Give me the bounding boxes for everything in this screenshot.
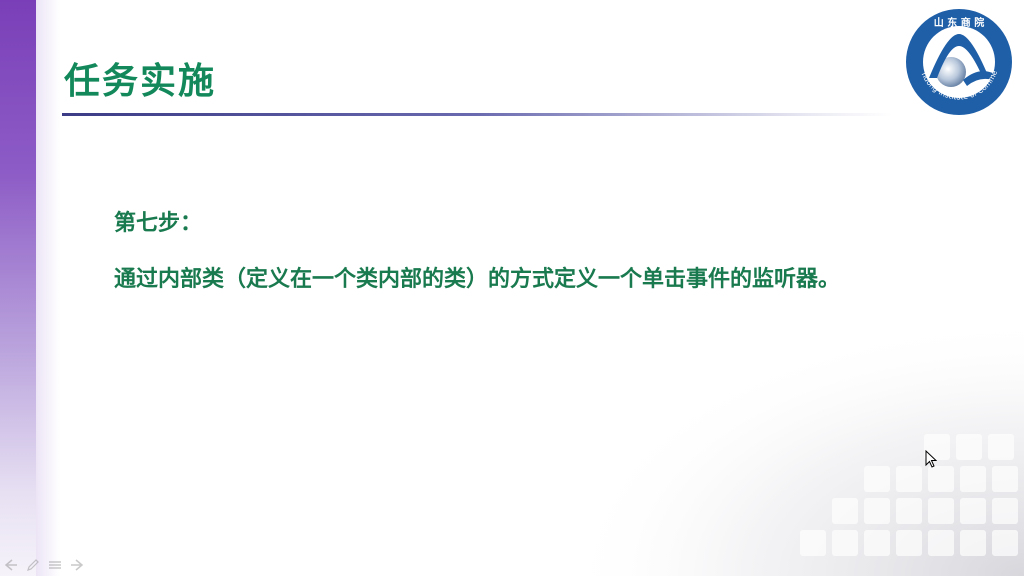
mouse-pointer-icon <box>925 450 937 468</box>
left-accent-fade <box>36 0 60 576</box>
school-logo: 山 东 商 院 Shandong Institute of Commerce <box>903 6 1012 115</box>
slide: 任务实施 山 东 商 院 Shandong Institute of Comme… <box>0 0 1024 576</box>
pen-icon[interactable] <box>26 556 40 571</box>
menu-icon[interactable] <box>48 556 62 569</box>
logo-top-text: 山 东 商 院 <box>934 16 984 29</box>
arrow-left-icon[interactable] <box>4 556 18 571</box>
step-description: 通过内部类（定义在一个类内部的类）的方式定义一个单击事件的监听器。 <box>114 267 841 292</box>
step-label: 第七步： <box>114 211 203 236</box>
title-underline <box>62 113 892 116</box>
slideshow-toolbar <box>4 556 84 571</box>
arrow-right-icon[interactable] <box>70 556 84 571</box>
slide-title: 任务实施 <box>64 61 217 102</box>
decorative-tile-background <box>564 316 1024 576</box>
left-accent-bar <box>0 0 36 576</box>
